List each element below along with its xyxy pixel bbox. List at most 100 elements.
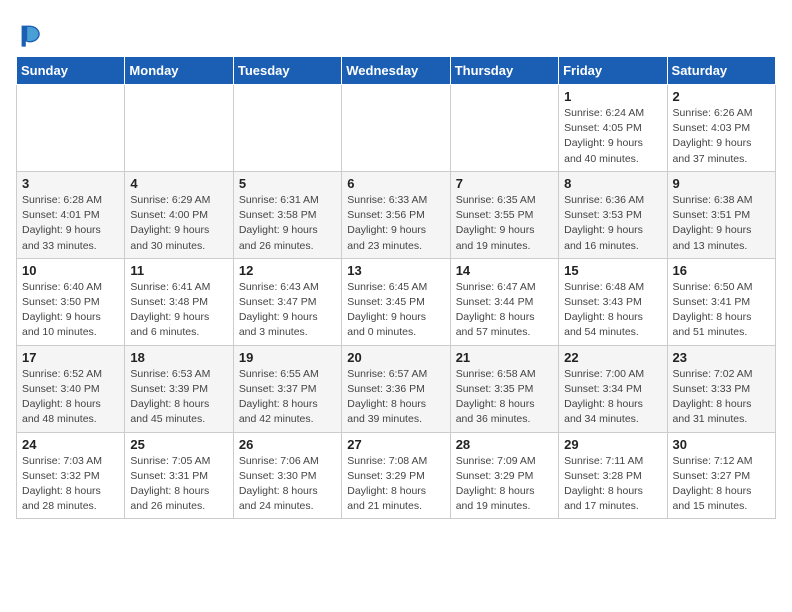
day-info: Sunrise: 7:11 AMSunset: 3:28 PMDaylight:… (564, 454, 661, 515)
day-number: 15 (564, 263, 661, 278)
calendar-week-row: 3 Sunrise: 6:28 AMSunset: 4:01 PMDaylight… (17, 171, 776, 258)
calendar-cell: 8 Sunrise: 6:36 AMSunset: 3:53 PMDaylight… (559, 171, 667, 258)
calendar-cell: 12 Sunrise: 6:43 AMSunset: 3:47 PMDayligh… (233, 258, 341, 345)
calendar-cell: 18 Sunrise: 6:53 AMSunset: 3:39 PMDayligh… (125, 345, 233, 432)
day-info: Sunrise: 7:12 AMSunset: 3:27 PMDaylight:… (673, 454, 770, 515)
day-info: Sunrise: 6:28 AMSunset: 4:01 PMDaylight:… (22, 193, 119, 254)
calendar-cell: 3 Sunrise: 6:28 AMSunset: 4:01 PMDaylight… (17, 171, 125, 258)
day-number: 19 (239, 350, 336, 365)
day-number: 28 (456, 437, 553, 452)
day-info: Sunrise: 6:43 AMSunset: 3:47 PMDaylight:… (239, 280, 336, 341)
calendar-cell: 4 Sunrise: 6:29 AMSunset: 4:00 PMDaylight… (125, 171, 233, 258)
day-info: Sunrise: 7:09 AMSunset: 3:29 PMDaylight:… (456, 454, 553, 515)
col-monday: Monday (125, 57, 233, 85)
day-number: 11 (130, 263, 227, 278)
day-info: Sunrise: 6:45 AMSunset: 3:45 PMDaylight:… (347, 280, 444, 341)
day-info: Sunrise: 6:36 AMSunset: 3:53 PMDaylight:… (564, 193, 661, 254)
col-saturday: Saturday (667, 57, 775, 85)
calendar-cell: 13 Sunrise: 6:45 AMSunset: 3:45 PMDayligh… (342, 258, 450, 345)
day-number: 18 (130, 350, 227, 365)
day-info: Sunrise: 6:40 AMSunset: 3:50 PMDaylight:… (22, 280, 119, 341)
day-info: Sunrise: 7:02 AMSunset: 3:33 PMDaylight:… (673, 367, 770, 428)
day-info: Sunrise: 6:48 AMSunset: 3:43 PMDaylight:… (564, 280, 661, 341)
day-number: 10 (22, 263, 119, 278)
day-number: 25 (130, 437, 227, 452)
calendar-cell (125, 85, 233, 172)
calendar-body: 1 Sunrise: 6:24 AMSunset: 4:05 PMDaylight… (17, 85, 776, 519)
calendar-cell: 16Sunrise: 6:50 AMSunset: 3:41 PMDayligh… (667, 258, 775, 345)
calendar-cell: 10 Sunrise: 6:40 AMSunset: 3:50 PMDayligh… (17, 258, 125, 345)
calendar-cell: 14Sunrise: 6:47 AMSunset: 3:44 PMDayligh… (450, 258, 558, 345)
day-number: 5 (239, 176, 336, 191)
calendar-cell: 27 Sunrise: 7:08 AMSunset: 3:29 PMDayligh… (342, 432, 450, 519)
calendar-week-row: 10 Sunrise: 6:40 AMSunset: 3:50 PMDayligh… (17, 258, 776, 345)
calendar-week-row: 17 Sunrise: 6:52 AMSunset: 3:40 PMDayligh… (17, 345, 776, 432)
day-number: 1 (564, 89, 661, 104)
day-info: Sunrise: 6:24 AMSunset: 4:05 PMDaylight:… (564, 106, 661, 167)
calendar-cell: 17 Sunrise: 6:52 AMSunset: 3:40 PMDayligh… (17, 345, 125, 432)
day-number: 2 (673, 89, 770, 104)
day-number: 27 (347, 437, 444, 452)
day-info: Sunrise: 6:53 AMSunset: 3:39 PMDaylight:… (130, 367, 227, 428)
day-info: Sunrise: 6:55 AMSunset: 3:37 PMDaylight:… (239, 367, 336, 428)
calendar-cell: 15 Sunrise: 6:48 AMSunset: 3:43 PMDayligh… (559, 258, 667, 345)
day-number: 8 (564, 176, 661, 191)
day-info: Sunrise: 6:57 AMSunset: 3:36 PMDaylight:… (347, 367, 444, 428)
col-sunday: Sunday (17, 57, 125, 85)
calendar-cell: 20 Sunrise: 6:57 AMSunset: 3:36 PMDayligh… (342, 345, 450, 432)
calendar-cell: 7Sunrise: 6:35 AMSunset: 3:55 PMDaylight… (450, 171, 558, 258)
day-number: 30 (673, 437, 770, 452)
day-info: Sunrise: 6:31 AMSunset: 3:58 PMDaylight:… (239, 193, 336, 254)
day-info: Sunrise: 6:41 AMSunset: 3:48 PMDaylight:… (130, 280, 227, 341)
day-info: Sunrise: 6:26 AMSunset: 4:03 PMDaylight:… (673, 106, 770, 167)
calendar-cell: 2 Sunrise: 6:26 AMSunset: 4:03 PMDaylight… (667, 85, 775, 172)
calendar-cell: 1 Sunrise: 6:24 AMSunset: 4:05 PMDaylight… (559, 85, 667, 172)
logo-icon (16, 20, 44, 48)
day-number: 21 (456, 350, 553, 365)
calendar-cell: 29 Sunrise: 7:11 AMSunset: 3:28 PMDayligh… (559, 432, 667, 519)
calendar-cell (17, 85, 125, 172)
day-number: 29 (564, 437, 661, 452)
calendar-table: Sunday Monday Tuesday Wednesday Thursday… (16, 56, 776, 519)
day-number: 6 (347, 176, 444, 191)
day-info: Sunrise: 6:52 AMSunset: 3:40 PMDaylight:… (22, 367, 119, 428)
day-number: 13 (347, 263, 444, 278)
day-number: 24 (22, 437, 119, 452)
col-tuesday: Tuesday (233, 57, 341, 85)
calendar-cell (450, 85, 558, 172)
calendar-cell: 19 Sunrise: 6:55 AMSunset: 3:37 PMDayligh… (233, 345, 341, 432)
calendar-cell: 23 Sunrise: 7:02 AMSunset: 3:33 PMDayligh… (667, 345, 775, 432)
day-number: 4 (130, 176, 227, 191)
header (16, 16, 776, 48)
calendar-cell: 9 Sunrise: 6:38 AMSunset: 3:51 PMDaylight… (667, 171, 775, 258)
day-number: 20 (347, 350, 444, 365)
day-number: 3 (22, 176, 119, 191)
calendar-cell: 26Sunrise: 7:06 AMSunset: 3:30 PMDayligh… (233, 432, 341, 519)
calendar-week-row: 24 Sunrise: 7:03 AMSunset: 3:32 PMDayligh… (17, 432, 776, 519)
calendar-cell: 11 Sunrise: 6:41 AMSunset: 3:48 PMDayligh… (125, 258, 233, 345)
day-number: 7 (456, 176, 553, 191)
day-number: 9 (673, 176, 770, 191)
day-info: Sunrise: 7:05 AMSunset: 3:31 PMDaylight:… (130, 454, 227, 515)
header-row: Sunday Monday Tuesday Wednesday Thursday… (17, 57, 776, 85)
day-number: 26 (239, 437, 336, 452)
day-info: Sunrise: 7:00 AMSunset: 3:34 PMDaylight:… (564, 367, 661, 428)
day-info: Sunrise: 6:38 AMSunset: 3:51 PMDaylight:… (673, 193, 770, 254)
day-info: Sunrise: 7:08 AMSunset: 3:29 PMDaylight:… (347, 454, 444, 515)
col-thursday: Thursday (450, 57, 558, 85)
calendar-cell: 30 Sunrise: 7:12 AMSunset: 3:27 PMDayligh… (667, 432, 775, 519)
calendar-cell: 25 Sunrise: 7:05 AMSunset: 3:31 PMDayligh… (125, 432, 233, 519)
day-number: 12 (239, 263, 336, 278)
calendar-cell: 22 Sunrise: 7:00 AMSunset: 3:34 PMDayligh… (559, 345, 667, 432)
calendar-week-row: 1 Sunrise: 6:24 AMSunset: 4:05 PMDaylight… (17, 85, 776, 172)
calendar-cell: 6Sunrise: 6:33 AMSunset: 3:56 PMDaylight… (342, 171, 450, 258)
logo (16, 20, 48, 48)
day-info: Sunrise: 7:03 AMSunset: 3:32 PMDaylight:… (22, 454, 119, 515)
day-number: 22 (564, 350, 661, 365)
day-number: 23 (673, 350, 770, 365)
day-number: 17 (22, 350, 119, 365)
day-number: 16 (673, 263, 770, 278)
day-info: Sunrise: 6:29 AMSunset: 4:00 PMDaylight:… (130, 193, 227, 254)
calendar-cell: 28 Sunrise: 7:09 AMSunset: 3:29 PMDayligh… (450, 432, 558, 519)
calendar-cell (342, 85, 450, 172)
